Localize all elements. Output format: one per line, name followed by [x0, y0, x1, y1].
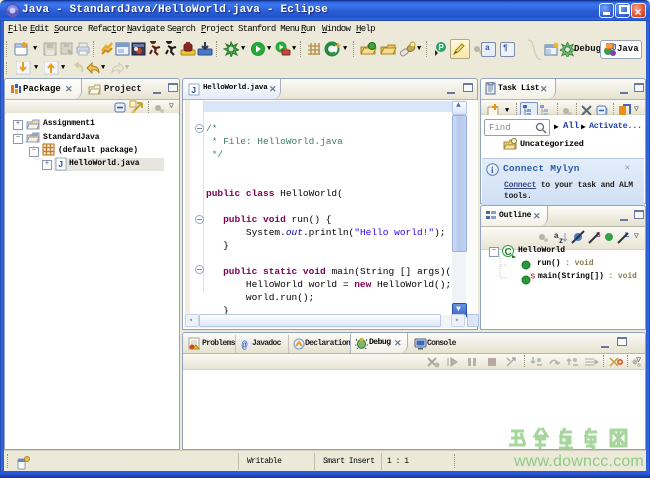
- svg-text:J: J: [191, 86, 196, 96]
- svg-text:J: J: [612, 43, 616, 52]
- svg-text:S: S: [531, 274, 536, 281]
- svg-text:P: P: [439, 43, 445, 52]
- svg-text:J: J: [58, 160, 63, 170]
- svg-text:z: z: [559, 236, 563, 244]
- svg-text:@: @: [242, 340, 248, 350]
